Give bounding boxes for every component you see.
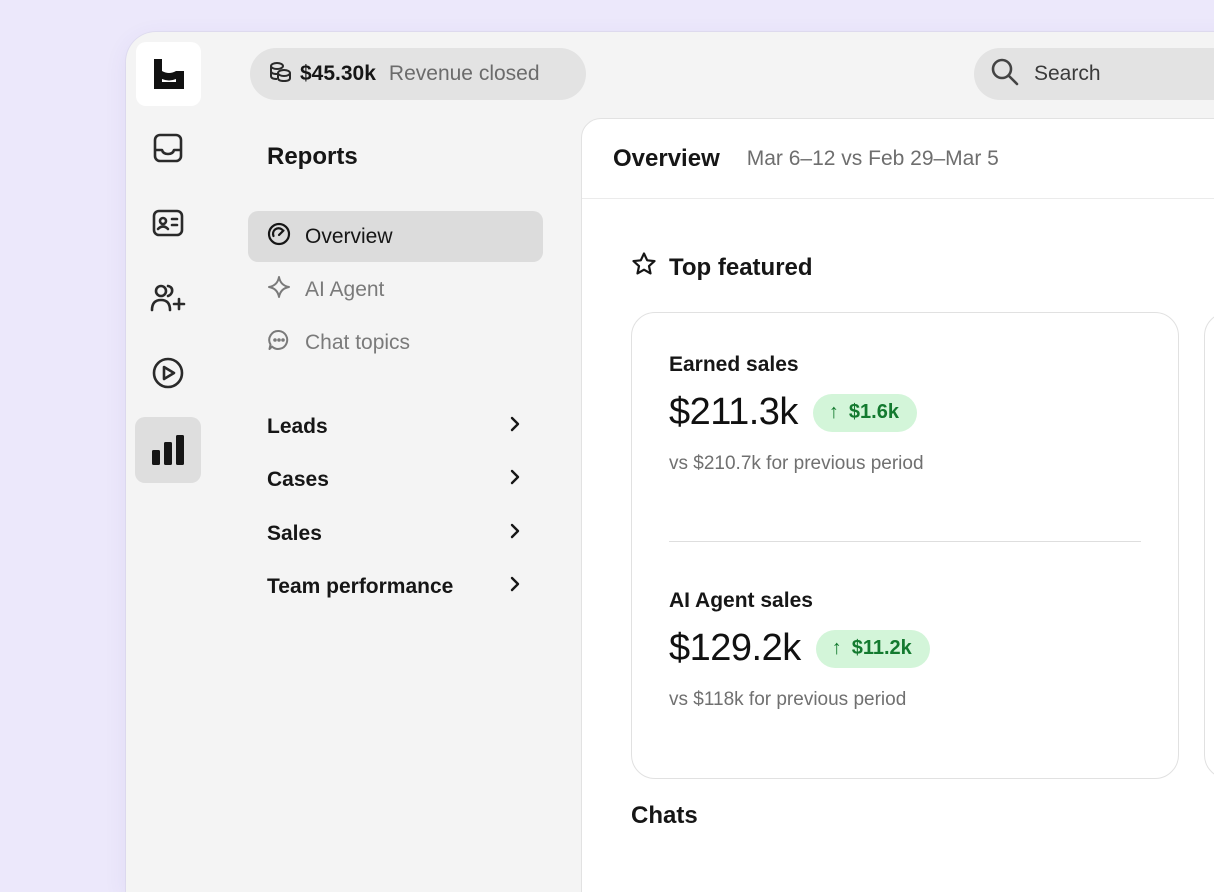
logo-icon[interactable] xyxy=(136,42,201,106)
main-header: Overview Mar 6–12 vs Feb 29–Mar 5 xyxy=(582,119,1214,199)
main-panel: Overview Mar 6–12 vs Feb 29–Mar 5 Top fe… xyxy=(581,118,1214,892)
delta-value: $11.2k xyxy=(851,637,912,659)
nav-group-sales[interactable]: Sales xyxy=(267,519,522,549)
gauge-icon xyxy=(267,222,291,252)
chevron-right-icon xyxy=(508,522,522,546)
search-box[interactable] xyxy=(974,48,1214,100)
nav-group-label: Sales xyxy=(267,522,322,545)
chevron-right-icon xyxy=(508,468,522,492)
icon-rail xyxy=(126,32,212,892)
app-window: $45.30k Revenue closed Reports Overview xyxy=(126,32,1214,892)
page-title: Overview xyxy=(613,144,720,172)
featured-metrics-card-partial xyxy=(1204,312,1214,779)
nav-group-label: Team performance xyxy=(267,575,454,598)
star-icon xyxy=(631,251,657,284)
coins-icon xyxy=(268,60,292,89)
chats-heading: Chats xyxy=(631,802,698,829)
nav-item-label: Chat topics xyxy=(305,330,411,354)
search-icon xyxy=(990,57,1020,92)
nav-group-team-performance[interactable]: Team performance xyxy=(267,572,522,602)
date-range[interactable]: Mar 6–12 vs Feb 29–Mar 5 xyxy=(747,147,999,171)
arrow-up-icon: ↑ xyxy=(831,637,842,659)
section-title: Top featured xyxy=(669,253,813,281)
inbox-icon[interactable] xyxy=(135,115,201,181)
search-input[interactable] xyxy=(1032,61,1214,87)
nav-group-leads[interactable]: Leads xyxy=(267,412,522,442)
arrow-up-icon: ↑ xyxy=(828,401,839,423)
delta-badge: ↑ $1.6k xyxy=(812,393,917,432)
featured-metrics-card: Earned sales $211.3k ↑ $1.6k vs $210.7k … xyxy=(631,312,1179,779)
top-featured-heading: Top featured xyxy=(631,251,813,284)
nav-group-label: Leads xyxy=(267,415,328,438)
play-circle-icon[interactable] xyxy=(135,340,201,406)
nav-item-overview[interactable]: Overview xyxy=(248,211,543,262)
reports-title: Reports xyxy=(267,143,358,170)
metric-ai-agent-sales: AI Agent sales $129.2k ↑ $11.2k vs $118k… xyxy=(669,589,930,711)
nav-item-label: Overview xyxy=(305,224,393,248)
revenue-label: Revenue closed xyxy=(388,62,540,85)
metric-earned-sales: Earned sales $211.3k ↑ $1.6k vs $210.7k … xyxy=(669,353,924,475)
nav-group-cases[interactable]: Cases xyxy=(267,465,522,495)
delta-value: $1.6k xyxy=(848,401,899,423)
divider xyxy=(669,541,1141,542)
metric-value: $129.2k xyxy=(669,627,801,669)
revenue-closed-pill[interactable]: $45.30k Revenue closed xyxy=(250,48,586,100)
metric-name: Earned sales xyxy=(669,353,799,376)
metric-value: $211.3k xyxy=(669,391,798,433)
chevron-right-icon xyxy=(508,575,522,599)
metric-comparison: vs $210.7k for previous period xyxy=(669,453,924,474)
sparkle-icon xyxy=(267,275,291,305)
contact-card-icon[interactable] xyxy=(135,190,201,256)
metric-comparison: vs $118k for previous period xyxy=(669,689,907,710)
chevron-right-icon xyxy=(508,415,522,439)
revenue-amount: $45.30k xyxy=(300,62,376,85)
bar-chart-icon[interactable] xyxy=(135,417,201,483)
nav-group-label: Cases xyxy=(267,468,329,491)
nav-item-chat-topics[interactable]: Chat topics xyxy=(248,317,543,368)
users-plus-icon[interactable] xyxy=(135,265,201,331)
nav-item-ai-agent[interactable]: AI Agent xyxy=(248,264,543,315)
delta-badge: ↑ $11.2k xyxy=(815,629,930,668)
metric-name: AI Agent sales xyxy=(669,589,813,612)
nav-item-label: AI Agent xyxy=(305,277,385,301)
chat-bubble-icon xyxy=(267,328,291,358)
